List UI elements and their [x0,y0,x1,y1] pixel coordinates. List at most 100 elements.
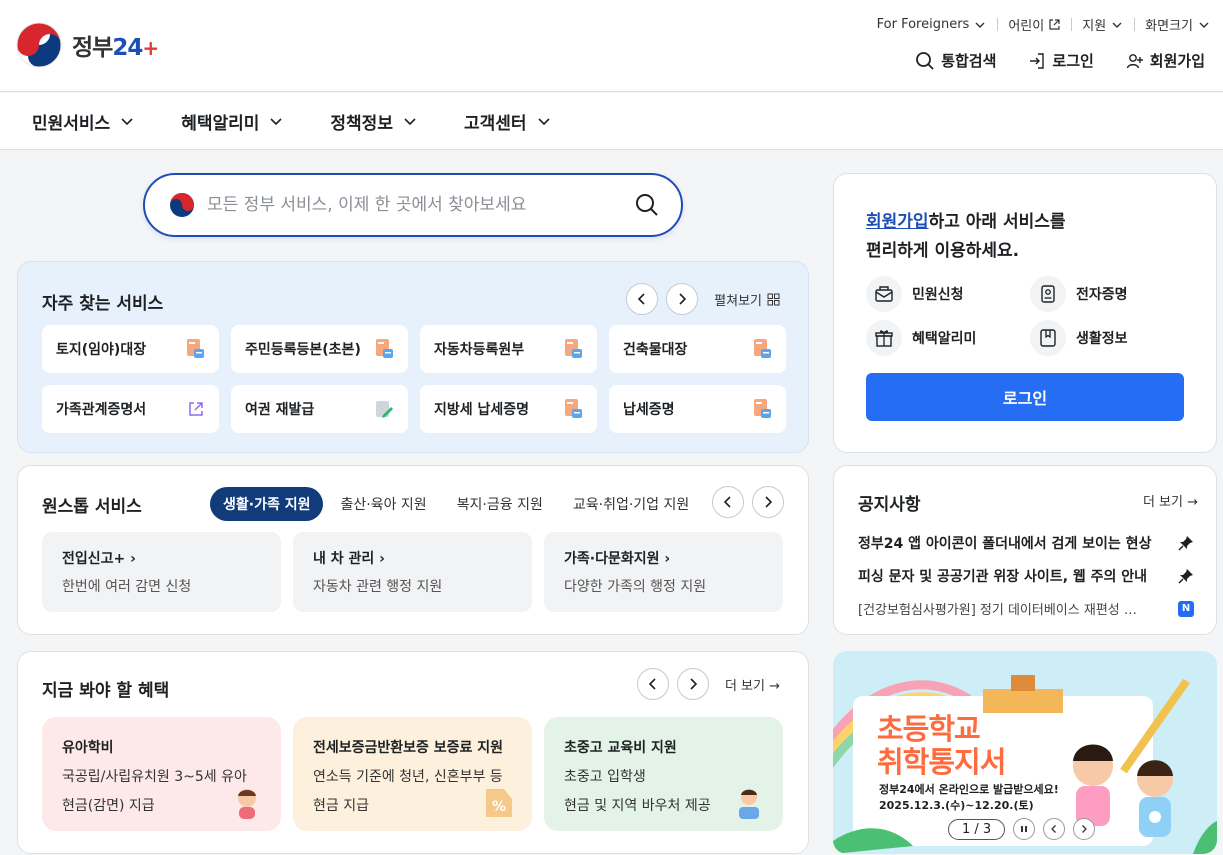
screen-size-menu[interactable]: 화면크기 [1135,15,1211,34]
chevron-down-icon [975,22,985,28]
member-service-life-info[interactable]: 생활정보 [1030,320,1194,356]
prev-button[interactable] [712,486,744,518]
chevron-down-icon [270,118,282,126]
promo-banner[interactable]: 초등학교 취학통지서 정부24에서 온라인으로 발급받으세요! 2025.12.3… [833,651,1217,854]
nav-menu-customer-center[interactable]: 고객센터 [464,109,552,134]
banner-subtext: 정부24에서 온라인으로 발급받으세요! [879,783,1059,796]
search-icon[interactable] [635,193,659,217]
student-illustration-icon [739,789,759,819]
onestop-item[interactable]: 전입신고+ › 한번에 여러 감면 신청 [42,532,281,612]
login-link[interactable]: 로그인 [1028,50,1094,71]
login-icon [1030,52,1045,69]
mail-icon [875,286,893,302]
onestop-item[interactable]: 내 차 관리 › 자동차 관련 행정 지원 [293,532,532,612]
section-title: 공지사항 [858,495,921,515]
new-badge: N [1178,600,1194,617]
service-item[interactable]: 건축물대장 [609,325,786,373]
nav-menu-policy[interactable]: 정책정보 [330,109,418,134]
search-input[interactable] [207,195,635,215]
next-button[interactable] [666,283,699,315]
benefit-card[interactable]: 초중고 교육비 지원 초중고 입학생 현금 및 지역 바우처 제공 [544,717,783,831]
section-title: 자주 찾는 서비스 [42,294,164,314]
chevron-left-icon [648,678,656,690]
chevron-left-icon [1051,825,1057,833]
signup-inline-link[interactable]: 회원가입 [866,212,929,232]
pdf-document-icon [376,339,393,358]
nav-menu-benefits[interactable]: 혜택알리미 [181,109,284,134]
member-service-civil-request[interactable]: 민원신청 [866,276,1030,312]
utility-menu: For Foreigners 어린이 지원 화면크기 [867,15,1211,34]
taegeuk-logo-icon [16,22,62,68]
login-message: 회원가입하고 아래 서비스를 편리하게 이용하세요. [866,212,1066,261]
service-item[interactable]: 가족관계증명서 [42,385,219,433]
svg-text:%: % [492,799,506,815]
carousel-controls: 더 보기 → [636,668,780,700]
onestop-tabs: 생활·가족 지원 출산·육아 지원 복지·금융 지원 교육·취업·기업 지원 [210,487,702,521]
expand-button[interactable]: 펼쳐보기 [714,290,780,309]
login-panel: 회원가입하고 아래 서비스를 편리하게 이용하세요. 민원신청 전자증명 혜택알… [833,173,1217,453]
next-button[interactable] [752,486,784,518]
list-item[interactable]: [건강보험심사평가원] 정기 데이터베이스 재편성 … N [858,592,1194,625]
member-service-e-certificate[interactable]: 전자증명 [1030,276,1194,312]
chevron-right-icon [690,678,698,690]
benefit-card[interactable]: 전세보증금반환보증 보증료 지원 연소득 기준에 청년, 신혼부부 등 현금 지… [293,717,532,831]
main-search-bar [143,173,683,237]
carousel-controls: 펼쳐보기 [626,283,780,315]
onestop-services-panel: 원스톱 서비스 생활·가족 지원 출산·육아 지원 복지·금융 지원 교육·취업… [17,465,809,635]
next-button[interactable] [676,668,709,700]
pause-button[interactable] [1013,818,1036,840]
benefit-card[interactable]: 유아학비 국공립/사립유치원 3~5세 유아 현금(감면) 지급 [42,717,281,831]
member-service-benefit-alert[interactable]: 혜택알리미 [866,320,1030,356]
banner-date: 2025.12.3.(수)~12.20.(토) [879,799,1034,812]
list-item[interactable]: 정부24 앱 아이콘이 폴더내에서 검게 보이는 현상 [858,526,1194,559]
header-actions: 통합검색 로그인 회원가입 [915,50,1205,71]
service-item[interactable]: 주민등록등본(초본) [231,325,408,373]
next-slide-button[interactable] [1073,818,1096,840]
kids-link[interactable]: 어린이 [998,15,1071,34]
signup-link[interactable]: 회원가입 [1126,50,1205,71]
for-foreigners-link[interactable]: For Foreigners [867,17,998,32]
chevron-left-icon [638,293,645,305]
chevron-down-icon [1199,22,1209,28]
integrated-search-button[interactable]: 통합검색 [915,50,996,71]
chevron-down-icon [537,118,550,126]
onestop-item[interactable]: 가족·다문화지원 › 다양한 가족의 행정 지원 [544,532,783,612]
chevron-right-icon [679,293,687,305]
chevron-right-icon [1082,825,1088,833]
prev-button[interactable] [626,283,659,315]
onestop-items: 전입신고+ › 한번에 여러 감면 신청 내 차 관리 › 자동차 관련 행정 지원… [42,532,783,612]
section-title: 지금 봐야 할 혜택 [42,681,170,701]
site-header: 정부24+ For Foreigners 어린이 지원 화면크기 통합검색 로그… [0,0,1223,92]
external-link-icon [1049,19,1060,30]
service-item[interactable]: 납세증명 [609,385,786,433]
service-item[interactable]: 여권 재발급 [231,385,408,433]
frequent-services-panel: 자주 찾는 서비스 펼쳐보기 토지(임야)대장 주민등록등본(초본) 자동차등록… [17,261,809,453]
chevron-right-icon [765,496,773,508]
service-item[interactable]: 토지(임야)대장 [42,325,219,373]
nav-menu-civil-service[interactable]: 민원서비스 [32,109,135,134]
tab-life-family[interactable]: 생활·가족 지원 [210,487,324,521]
notice-panel: 공지사항 더 보기 → 정부24 앱 아이콘이 폴더내에서 검게 보이는 현상 … [833,465,1217,635]
tab-education-jobs[interactable]: 교육·취업·기업 지원 [560,487,702,521]
logo-wordmark: 정부24+ [72,35,159,61]
service-item[interactable]: 자동차등록원부 [420,325,597,373]
chevron-down-icon [121,118,133,126]
bookmark-icon [1040,329,1056,347]
list-item[interactable]: 피싱 문자 및 공공기관 위장 사이트, 웹 주의 안내 [858,559,1194,592]
tab-welfare-finance[interactable]: 복지·금융 지원 [444,487,556,521]
section-title: 원스톱 서비스 [42,497,142,517]
login-button[interactable]: 로그인 [866,373,1184,421]
chevron-left-icon [723,496,731,508]
chevron-down-icon [404,118,416,126]
tab-birth-childcare[interactable]: 출산·육아 지원 [327,487,439,521]
more-link[interactable]: 더 보기 → [1143,491,1198,510]
pdf-document-icon [754,399,771,418]
notice-list: 정부24 앱 아이콘이 폴더내에서 검게 보이는 현상 피싱 문자 및 공공기관… [858,526,1194,625]
benefits-panel: 지금 봐야 할 혜택 더 보기 → 유아학비 국공립/사립유치원 3~5세 유아… [17,651,809,854]
prev-slide-button[interactable] [1043,818,1066,840]
service-item[interactable]: 지방세 납세증명 [420,385,597,433]
site-logo[interactable]: 정부24+ [16,22,159,68]
prev-button[interactable] [636,668,669,700]
support-menu[interactable]: 지원 [1072,15,1134,34]
more-link[interactable]: 더 보기 → [725,675,780,694]
